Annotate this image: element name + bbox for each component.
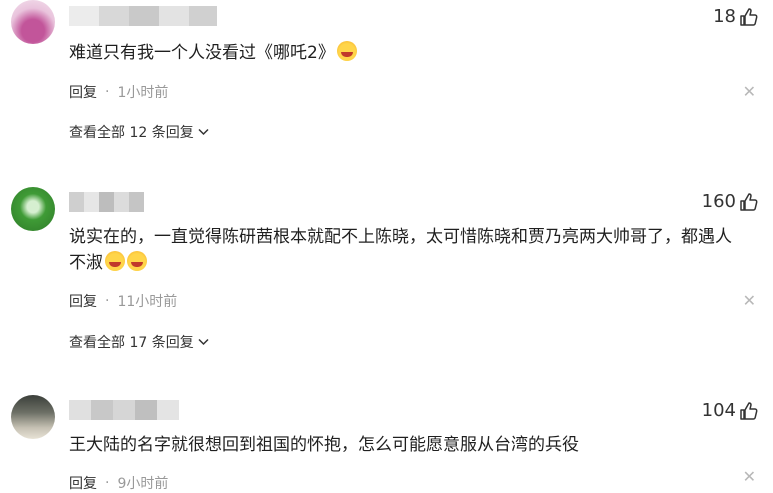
avatar[interactable] bbox=[11, 0, 55, 44]
thumbs-up-icon bbox=[740, 192, 758, 211]
view-all-replies-button[interactable]: 查看全部 17 条回复 bbox=[69, 332, 209, 352]
reply-button[interactable]: 回复 bbox=[69, 473, 97, 493]
like-button[interactable]: 160 bbox=[702, 191, 759, 212]
reply-button[interactable]: 回复 bbox=[69, 291, 97, 311]
comment-item: 18 难道只有我一个人没看过《哪吒2》 回复 · 1小时前 ✕ 查看全部 12 … bbox=[0, 0, 773, 160]
comment-meta: 回复 · 1小时前 bbox=[69, 82, 168, 102]
avatar[interactable] bbox=[11, 187, 55, 231]
thumbs-up-icon bbox=[740, 401, 758, 420]
view-all-replies-label: 查看全部 12 条回复 bbox=[69, 125, 194, 141]
comment-meta: 回复 · 11小时前 bbox=[69, 291, 177, 311]
avatar[interactable] bbox=[11, 395, 55, 439]
comment-text: 王大陆的名字就很想回到祖国的怀抱，怎么可能愿意服从台湾的兵役 bbox=[69, 432, 769, 458]
comment-text: 说实在的，一直觉得陈研茜根本就配不上陈晓，太可惜陈晓和贾乃亮两大帅哥了，都遇人 … bbox=[69, 224, 769, 276]
close-icon[interactable]: ✕ bbox=[743, 291, 756, 310]
comment-text-body: 王大陆的名字就很想回到祖国的怀抱，怎么可能愿意服从台湾的兵役 bbox=[69, 435, 579, 455]
like-count: 160 bbox=[701, 191, 736, 212]
comment-text-line-2: 不淑 bbox=[69, 253, 103, 273]
view-all-replies-button[interactable]: 查看全部 12 条回复 bbox=[69, 122, 209, 142]
view-all-replies-label: 查看全部 17 条回复 bbox=[69, 335, 194, 351]
comment-time: 11小时前 bbox=[117, 294, 178, 310]
comment-item: 160 说实在的，一直觉得陈研茜根本就配不上陈晓，太可惜陈晓和贾乃亮两大帅哥了，… bbox=[0, 187, 773, 367]
comment-text-line-1: 说实在的，一直觉得陈研茜根本就配不上陈晓，太可惜陈晓和贾乃亮两大帅哥了，都遇人 bbox=[69, 227, 732, 247]
like-button[interactable]: 18 bbox=[713, 6, 759, 27]
thumbs-up-icon bbox=[740, 7, 758, 26]
like-count: 104 bbox=[701, 400, 736, 421]
separator-dot: · bbox=[105, 84, 110, 100]
close-icon[interactable]: ✕ bbox=[743, 467, 756, 486]
chevron-down-icon bbox=[198, 338, 209, 346]
comment-text-body: 难道只有我一个人没看过《哪吒2》 bbox=[69, 43, 335, 63]
laughing-tears-emoji-icon bbox=[127, 251, 147, 271]
laughing-tears-emoji-icon bbox=[105, 251, 125, 271]
separator-dot: · bbox=[105, 475, 110, 491]
comment-time: 9小时前 bbox=[117, 476, 169, 492]
username-blurred[interactable] bbox=[69, 400, 179, 420]
laughing-tears-emoji-icon bbox=[336, 41, 357, 61]
comment-item: 104 王大陆的名字就很想回到祖国的怀抱，怎么可能愿意服从台湾的兵役 回复 · … bbox=[0, 395, 773, 492]
username-blurred[interactable] bbox=[69, 192, 144, 212]
comment-meta: 回复 · 9小时前 bbox=[69, 473, 168, 493]
comment-text: 难道只有我一个人没看过《哪吒2》 bbox=[69, 40, 769, 66]
username-blurred[interactable] bbox=[69, 6, 217, 26]
close-icon[interactable]: ✕ bbox=[743, 82, 756, 101]
like-count: 18 bbox=[713, 6, 736, 27]
comment-text-line-2-row: 不淑 bbox=[69, 250, 769, 276]
separator-dot: · bbox=[105, 293, 110, 309]
chevron-down-icon bbox=[198, 128, 209, 136]
comment-time: 1小时前 bbox=[117, 85, 169, 101]
reply-button[interactable]: 回复 bbox=[69, 82, 97, 102]
like-button[interactable]: 104 bbox=[702, 400, 759, 421]
